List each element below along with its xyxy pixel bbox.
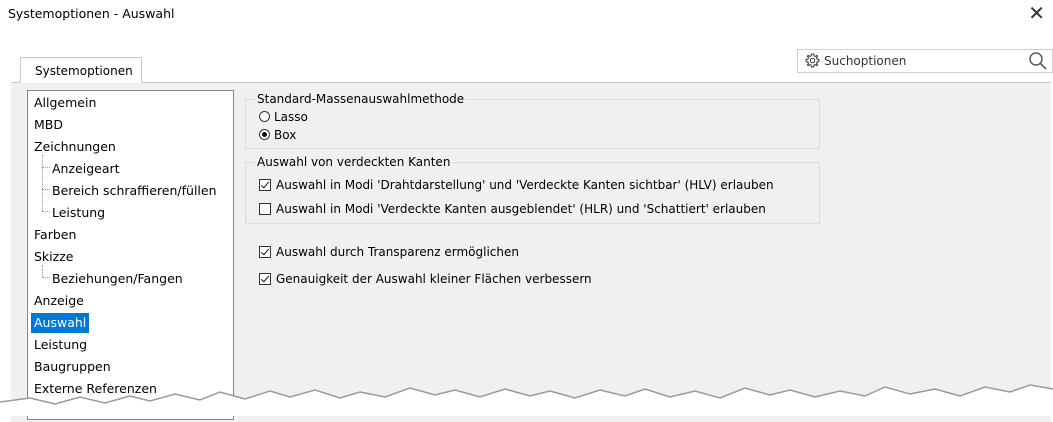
- checkbox-hlv[interactable]: Auswahl in Modi 'Drahtdarstellung' und '…: [259, 176, 774, 194]
- radio-lasso-label: Lasso: [274, 110, 308, 124]
- tree-item-bereich-schraffieren[interactable]: Bereich schraffieren/füllen: [52, 181, 217, 201]
- radio-box-indicator[interactable]: [259, 129, 270, 140]
- checkbox-hlv-label: Auswahl in Modi 'Drahtdarstellung' und '…: [276, 178, 774, 192]
- tree-connector: [42, 167, 50, 168]
- tree-connector: [42, 277, 50, 278]
- hidden-edges-title: Auswahl von verdeckten Kanten: [255, 155, 453, 169]
- checkbox-small-faces-label: Genauigkeit der Auswahl kleiner Flächen …: [276, 272, 592, 286]
- tree-item-allgemein[interactable]: Allgemein: [34, 93, 96, 113]
- tree-connector: [42, 155, 43, 211]
- radio-lasso-indicator[interactable]: [259, 111, 270, 122]
- checkbox-transparency[interactable]: Auswahl durch Transparenz ermöglichen: [259, 243, 519, 261]
- close-icon[interactable]: ✕: [1028, 1, 1045, 25]
- tree-item-zeichnungen-leistung[interactable]: Leistung: [52, 203, 105, 223]
- mass-selection-group: [245, 99, 820, 149]
- radio-box[interactable]: Box: [259, 126, 296, 144]
- tree-item-anzeigeart[interactable]: Anzeigeart: [52, 159, 120, 179]
- tree-connector: [42, 189, 50, 190]
- tree-item-auswahl[interactable]: Auswahl: [31, 313, 90, 333]
- window-title: Systemoptionen - Auswahl: [8, 6, 175, 21]
- tab-systemoptionen[interactable]: Systemoptionen: [20, 57, 142, 83]
- title-bar: Systemoptionen - Auswahl ✕: [0, 0, 1053, 30]
- checkbox-hlr[interactable]: Auswahl in Modi 'Verdeckte Kanten ausgeb…: [259, 200, 766, 218]
- search-box[interactable]: [797, 49, 1053, 73]
- checkbox-hlr-label: Auswahl in Modi 'Verdeckte Kanten ausgeb…: [276, 202, 766, 216]
- search-input[interactable]: [824, 53, 994, 69]
- checkbox-hlv-indicator[interactable]: [259, 179, 271, 191]
- tree-item-anzeige[interactable]: Anzeige: [34, 291, 84, 311]
- tree-item-zeichnungen[interactable]: Zeichnungen: [34, 137, 116, 157]
- tree-item-skizze[interactable]: Skizze: [34, 247, 73, 267]
- radio-lasso[interactable]: Lasso: [259, 108, 308, 126]
- torn-edge-decoration: [0, 384, 1053, 416]
- gear-icon: [805, 53, 820, 71]
- tree-item-farben[interactable]: Farben: [34, 225, 76, 245]
- checkbox-small-faces[interactable]: Genauigkeit der Auswahl kleiner Flächen …: [259, 270, 592, 288]
- tree-connector: [42, 211, 50, 212]
- tab-label: Systemoptionen: [35, 64, 133, 78]
- checkbox-transparency-label: Auswahl durch Transparenz ermöglichen: [276, 245, 519, 259]
- tree-item-mbd[interactable]: MBD: [34, 115, 63, 135]
- checkbox-hlr-indicator[interactable]: [259, 203, 271, 215]
- magnifier-icon[interactable]: [1028, 51, 1048, 74]
- checkbox-transparency-indicator[interactable]: [259, 246, 271, 258]
- radio-box-label: Box: [274, 128, 297, 142]
- tree-item-leistung[interactable]: Leistung: [34, 335, 87, 355]
- tree-item-beziehungen-fangen[interactable]: Beziehungen/Fangen: [52, 269, 183, 289]
- mass-selection-title: Standard-Massenauswahlmethode: [255, 92, 467, 106]
- checkbox-small-faces-indicator[interactable]: [259, 273, 271, 285]
